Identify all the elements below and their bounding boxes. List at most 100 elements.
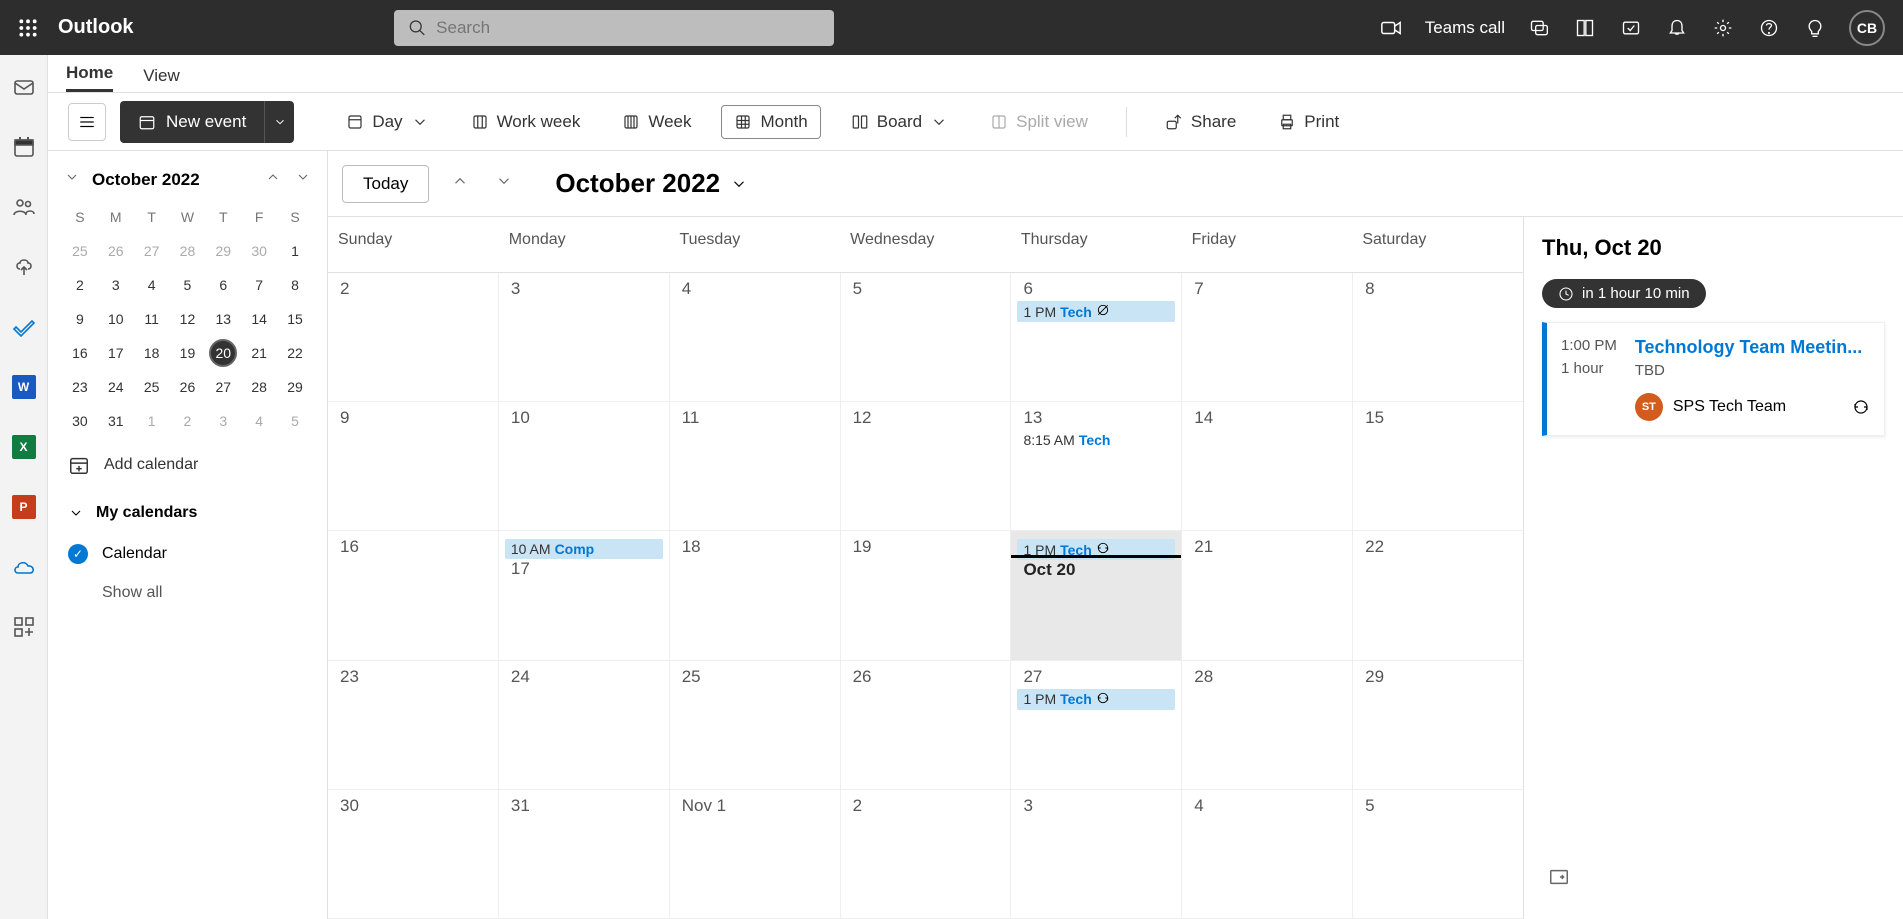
calendar-event[interactable]: 8:15 AMTech <box>1017 430 1175 450</box>
my-calendars-header[interactable]: My calendars <box>62 492 313 534</box>
tab-home[interactable]: Home <box>66 63 113 92</box>
mini-cal-day[interactable]: 2 <box>170 404 206 438</box>
mini-cal-day[interactable]: 3 <box>98 268 134 302</box>
calendar-title[interactable]: October 2022 <box>555 168 748 199</box>
files-icon[interactable] <box>10 253 38 281</box>
workweek-view-button[interactable]: Work week <box>459 106 593 138</box>
calendar-icon[interactable] <box>10 133 38 161</box>
split-view-button[interactable]: Split view <box>978 106 1100 138</box>
day-cell[interactable]: 3 <box>1011 790 1182 918</box>
day-cell[interactable]: 18 <box>670 531 841 659</box>
day-cell[interactable]: 10 <box>499 402 670 530</box>
day-cell[interactable]: 1 PMTechOct 20 <box>1011 531 1182 659</box>
mini-cal-day[interactable]: 12 <box>170 302 206 336</box>
month-view-button[interactable]: Month <box>721 105 820 139</box>
mini-cal-day[interactable]: 2 <box>62 268 98 302</box>
calendar-checkbox[interactable]: ✓ <box>68 544 88 564</box>
day-cell[interactable]: 31 <box>499 790 670 918</box>
mini-cal-day[interactable]: 6 <box>205 268 241 302</box>
day-cell[interactable]: 61 PMTech <box>1011 273 1182 401</box>
mini-cal-day[interactable]: 14 <box>241 302 277 336</box>
day-cell[interactable]: 30 <box>328 790 499 918</box>
mini-cal-day[interactable]: 29 <box>205 234 241 268</box>
notifications-icon[interactable] <box>1665 16 1689 40</box>
day-cell[interactable]: 4 <box>670 273 841 401</box>
mini-cal-day[interactable]: 25 <box>134 370 170 404</box>
agenda-event-card[interactable]: 1:00 PM 1 hour Technology Team Meetin...… <box>1542 322 1885 436</box>
teams-call-button[interactable]: Teams call <box>1425 18 1505 38</box>
mini-cal-day[interactable]: 11 <box>134 302 170 336</box>
day-cell[interactable]: 23 <box>328 661 499 789</box>
mini-month-label[interactable]: October 2022 <box>92 170 253 190</box>
day-cell[interactable]: 7 <box>1182 273 1353 401</box>
powerpoint-icon[interactable]: P <box>10 493 38 521</box>
mini-cal-day[interactable]: 5 <box>277 404 313 438</box>
day-cell[interactable]: 19 <box>841 531 1012 659</box>
calendar-event[interactable]: 10 AMComp <box>505 539 663 559</box>
day-cell[interactable]: 16 <box>328 531 499 659</box>
day-cell[interactable]: 2 <box>841 790 1012 918</box>
day-cell[interactable]: 26 <box>841 661 1012 789</box>
day-cell[interactable]: 14 <box>1182 402 1353 530</box>
day-cell[interactable]: 5 <box>841 273 1012 401</box>
prev-month[interactable] <box>263 169 283 190</box>
mini-cal-day[interactable]: 5 <box>170 268 206 302</box>
day-cell[interactable]: 21 <box>1182 531 1353 659</box>
tab-view[interactable]: View <box>143 66 180 92</box>
day-cell[interactable]: 25 <box>670 661 841 789</box>
mini-cal-day[interactable]: 29 <box>277 370 313 404</box>
mini-cal-day[interactable]: 4 <box>134 268 170 302</box>
mini-cal-day[interactable]: 20 <box>205 336 241 370</box>
apps-icon[interactable] <box>10 613 38 641</box>
new-event-dropdown[interactable] <box>264 101 294 143</box>
teams-video-icon[interactable] <box>1379 16 1403 40</box>
mini-cal-day[interactable]: 10 <box>98 302 134 336</box>
mini-cal-day[interactable]: 26 <box>98 234 134 268</box>
add-calendar-button[interactable]: Add calendar <box>62 438 313 492</box>
calendar-event[interactable]: 1 PMTech <box>1017 301 1175 322</box>
day-cell[interactable]: 24 <box>499 661 670 789</box>
mini-cal-day[interactable]: 16 <box>62 336 98 370</box>
day-cell[interactable]: 11 <box>670 402 841 530</box>
excel-icon[interactable]: X <box>10 433 38 461</box>
day-cell[interactable]: Nov 1 <box>670 790 841 918</box>
help-icon[interactable] <box>1757 16 1781 40</box>
mini-cal-day[interactable]: 22 <box>277 336 313 370</box>
mini-cal-day[interactable]: 30 <box>241 234 277 268</box>
next-period[interactable] <box>491 168 517 200</box>
day-cell[interactable]: 271 PMTech <box>1011 661 1182 789</box>
day-icon[interactable] <box>1573 16 1597 40</box>
today-button[interactable]: Today <box>342 165 429 203</box>
day-cell[interactable]: 28 <box>1182 661 1353 789</box>
day-cell[interactable]: 138:15 AMTech <box>1011 402 1182 530</box>
mini-cal-day[interactable]: 28 <box>170 234 206 268</box>
mini-cal-day[interactable]: 8 <box>277 268 313 302</box>
mini-cal-day[interactable]: 18 <box>134 336 170 370</box>
settings-icon[interactable] <box>1711 16 1735 40</box>
mini-cal-day[interactable]: 17 <box>98 336 134 370</box>
app-launcher[interactable] <box>8 8 48 48</box>
new-event-button[interactable]: New event <box>120 101 264 143</box>
board-view-button[interactable]: Board <box>839 106 960 138</box>
mini-cal-day[interactable]: 19 <box>170 336 206 370</box>
tasks-icon[interactable] <box>1619 16 1643 40</box>
calendar-event[interactable]: 1 PMTech <box>1017 689 1175 710</box>
show-all-button[interactable]: Show all <box>62 574 313 612</box>
people-icon[interactable] <box>10 193 38 221</box>
user-avatar[interactable]: CB <box>1849 10 1885 46</box>
mini-cal-day[interactable]: 9 <box>62 302 98 336</box>
week-view-button[interactable]: Week <box>610 106 703 138</box>
mini-cal-day[interactable]: 31 <box>98 404 134 438</box>
day-cell[interactable]: 2 <box>328 273 499 401</box>
day-cell[interactable]: 5 <box>1353 790 1523 918</box>
month-collapse[interactable] <box>62 169 82 190</box>
onedrive-icon[interactable] <box>10 553 38 581</box>
todo-icon[interactable] <box>10 313 38 341</box>
mini-cal-day[interactable]: 1 <box>134 404 170 438</box>
mini-cal-day[interactable]: 13 <box>205 302 241 336</box>
search-input[interactable] <box>436 18 819 38</box>
print-button[interactable]: Print <box>1266 106 1351 138</box>
mini-cal-day[interactable]: 26 <box>170 370 206 404</box>
day-cell[interactable]: 4 <box>1182 790 1353 918</box>
share-button[interactable]: Share <box>1153 106 1248 138</box>
